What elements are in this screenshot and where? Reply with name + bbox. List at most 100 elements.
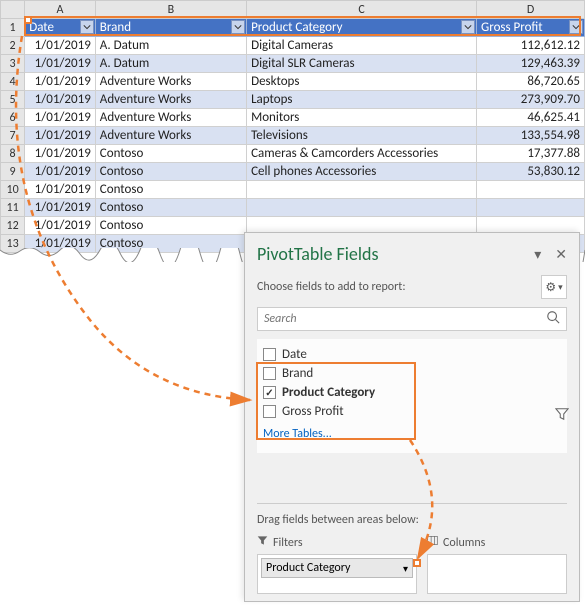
filter-button[interactable] xyxy=(569,20,583,34)
row-header[interactable]: 8 xyxy=(1,145,25,163)
row-header[interactable]: 9 xyxy=(1,163,25,181)
cell[interactable]: Cell phones Accessories xyxy=(247,163,477,181)
cell[interactable]: 53,830.12 xyxy=(477,163,585,181)
panel-title: PivotTable Fields xyxy=(257,243,379,265)
cell[interactable]: Digital SLR Cameras xyxy=(247,55,477,73)
cell[interactable]: Desktops xyxy=(247,73,477,91)
checkbox-icon[interactable] xyxy=(263,367,276,380)
cell[interactable]: 46,625.41 xyxy=(477,109,585,127)
cell[interactable]: 17,377.88 xyxy=(477,145,585,163)
cell[interactable]: 1/01/2019 xyxy=(25,163,96,181)
checkbox-icon[interactable] xyxy=(263,405,276,418)
field-brand[interactable]: Brand xyxy=(259,364,565,383)
columns-area[interactable]: Columns xyxy=(427,535,567,594)
cell[interactable] xyxy=(477,181,585,199)
cell[interactable]: 133,554.98 xyxy=(477,127,585,145)
filters-well[interactable]: Product Category ▾ xyxy=(257,554,417,594)
field-tag-product-category[interactable]: Product Category ▾ xyxy=(261,558,413,578)
cell[interactable]: Televisions xyxy=(247,127,477,145)
table-header-date[interactable]: Date xyxy=(25,19,96,37)
header-label: Product Category xyxy=(251,20,342,35)
cell[interactable]: 1/01/2019 xyxy=(25,55,96,73)
cell[interactable]: 1/01/2019 xyxy=(25,199,96,217)
cell[interactable]: Cameras & Camcorders Accessories xyxy=(247,145,477,163)
checkbox-icon[interactable] xyxy=(263,348,276,361)
chevron-down-icon[interactable]: ▾ xyxy=(534,246,541,263)
field-date[interactable]: Date xyxy=(259,345,565,364)
cell[interactable]: 1/01/2019 xyxy=(25,91,96,109)
filter-button[interactable] xyxy=(231,20,245,34)
gear-button[interactable]: ⚙▾ xyxy=(541,275,567,299)
filters-area[interactable]: Filters Product Category ▾ xyxy=(257,535,417,594)
cell[interactable]: 1/01/2019 xyxy=(25,145,96,163)
row-header[interactable]: 12 xyxy=(1,217,25,235)
cell[interactable]: 1/01/2019 xyxy=(25,37,96,55)
row-header[interactable]: 4 xyxy=(1,73,25,91)
cell[interactable]: A. Datum xyxy=(95,37,246,55)
cell[interactable]: 86,720.65 xyxy=(477,73,585,91)
table-header-category[interactable]: Product Category xyxy=(247,19,477,37)
checkbox-checked-icon[interactable]: ✓ xyxy=(263,386,276,399)
col-header-d[interactable]: D xyxy=(477,1,585,19)
cell[interactable]: Contoso xyxy=(95,199,246,217)
field-gross-profit[interactable]: Gross Profit xyxy=(259,402,565,421)
row-header[interactable]: 3 xyxy=(1,55,25,73)
cell[interactable]: 1/01/2019 xyxy=(25,109,96,127)
drag-label: Drag fields between areas below: xyxy=(257,513,419,527)
cell[interactable]: Adventure Works xyxy=(95,91,246,109)
filter-button[interactable] xyxy=(461,20,475,34)
cell[interactable]: 1/01/2019 xyxy=(25,73,96,91)
cell[interactable]: Laptops xyxy=(247,91,477,109)
cell[interactable]: 1/01/2019 xyxy=(25,181,96,199)
table-header-brand[interactable]: Brand xyxy=(95,19,246,37)
close-icon[interactable]: ✕ xyxy=(555,246,567,263)
row-header[interactable]: 1 xyxy=(1,19,25,37)
gear-icon: ⚙ xyxy=(545,280,556,295)
cell[interactable]: 129,463.39 xyxy=(477,55,585,73)
row-header[interactable]: 7 xyxy=(1,127,25,145)
col-header-a[interactable]: A xyxy=(25,1,96,19)
filter-button[interactable] xyxy=(80,20,94,34)
row-header[interactable]: 11 xyxy=(1,199,25,217)
cell[interactable]: Monitors xyxy=(247,109,477,127)
field-label: Product Category xyxy=(282,385,375,400)
table-header-profit[interactable]: Gross Profit xyxy=(477,19,585,37)
cell[interactable] xyxy=(477,199,585,217)
cell[interactable] xyxy=(247,181,477,199)
cell[interactable] xyxy=(247,199,477,217)
spreadsheet-grid: A B C D 1 Date Brand Product Category Gr… xyxy=(0,0,585,253)
cell[interactable]: Contoso xyxy=(95,163,246,181)
more-tables-link[interactable]: More Tables... xyxy=(259,421,565,447)
search-field[interactable] xyxy=(264,312,546,326)
cell[interactable]: Adventure Works xyxy=(95,109,246,127)
columns-well[interactable] xyxy=(427,554,567,594)
chevron-down-icon[interactable]: ▾ xyxy=(403,562,408,575)
col-header-c[interactable]: C xyxy=(247,1,477,19)
row-header[interactable]: 2 xyxy=(1,37,25,55)
cell[interactable]: A. Datum xyxy=(95,55,246,73)
header-label: Gross Profit xyxy=(481,20,543,35)
col-header-b[interactable]: B xyxy=(95,1,246,19)
chevron-down-icon: ▾ xyxy=(558,282,563,293)
cell[interactable]: Adventure Works xyxy=(95,127,246,145)
select-all-corner[interactable] xyxy=(1,1,25,19)
cell[interactable]: Adventure Works xyxy=(95,73,246,91)
cell[interactable]: Contoso xyxy=(95,145,246,163)
cell[interactable]: 112,612.12 xyxy=(477,37,585,55)
field-list: Date Brand ✓ Product Category Gross Profi… xyxy=(257,339,567,453)
cell[interactable]: 1/01/2019 xyxy=(25,217,96,235)
cell[interactable]: 1/01/2019 xyxy=(25,127,96,145)
area-label: Filters xyxy=(273,536,303,550)
search-input[interactable] xyxy=(257,307,567,331)
field-product-category[interactable]: ✓ Product Category xyxy=(259,383,565,402)
filter-icon[interactable] xyxy=(555,407,569,426)
field-label: Date xyxy=(282,347,307,362)
cell[interactable]: Contoso xyxy=(95,181,246,199)
cell[interactable]: Contoso xyxy=(95,217,246,235)
cell[interactable]: 273,909.70 xyxy=(477,91,585,109)
panel-subtitle: Choose fields to add to report: xyxy=(257,280,406,294)
row-header[interactable]: 5 xyxy=(1,91,25,109)
row-header[interactable]: 10 xyxy=(1,181,25,199)
row-header[interactable]: 6 xyxy=(1,109,25,127)
cell[interactable]: Digital Cameras xyxy=(247,37,477,55)
